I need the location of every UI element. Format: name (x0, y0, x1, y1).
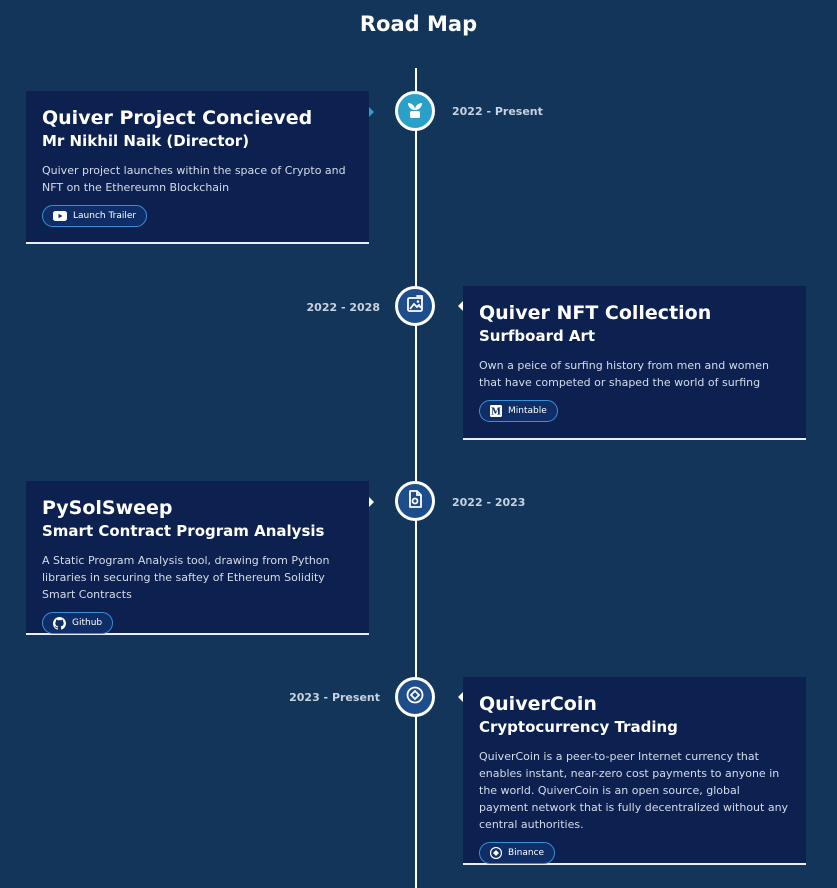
roadmap-card: QuiverCoin Cryptocurrency Trading Quiver… (463, 677, 806, 865)
page-title: Road Map (359, 12, 478, 36)
mintable-icon: M (490, 405, 502, 417)
card-pointer (369, 107, 374, 117)
art-frame-icon (405, 294, 425, 319)
card-pointer (369, 497, 374, 507)
launch-trailer-button[interactable]: Launch Trailer (42, 205, 148, 227)
roadmap-card: Quiver Project Concieved Mr Nikhil Naik … (26, 91, 369, 244)
card-title: Quiver Project Concieved (42, 107, 313, 129)
date-label: 2022 - 2028 (306, 301, 380, 314)
binance-icon (490, 847, 502, 859)
svg-text:M: M (491, 408, 501, 418)
card-subtitle: Surfboard Art (479, 327, 596, 345)
date-label: 2023 - Present (289, 691, 380, 704)
card-subtitle: Cryptocurrency Trading (479, 718, 678, 736)
button-label: Github (72, 618, 103, 628)
card-title: QuiverCoin (479, 693, 597, 715)
button-label: Binance (508, 848, 545, 858)
roadmap-card: Quiver NFT Collection Surfboard Art Own … (463, 286, 806, 440)
binance-button[interactable]: Binance (479, 842, 556, 864)
youtube-icon (53, 211, 67, 221)
github-button[interactable]: Github (42, 612, 114, 634)
timeline-node (395, 481, 435, 521)
plant-icon (405, 99, 425, 124)
document-icon (405, 489, 425, 514)
card-description: A Static Program Analysis tool, drawing … (42, 554, 330, 601)
timeline-node (395, 286, 435, 326)
card-description: Own a peice of surfing history from men … (479, 359, 769, 389)
card-title: PySolSweep (42, 497, 173, 519)
timeline-node (395, 91, 435, 131)
card-description: QuiverCoin is a peer-to-peer Internet cu… (479, 750, 789, 831)
card-title: Quiver NFT Collection (479, 302, 712, 324)
timeline-line (415, 68, 417, 888)
card-subtitle: Mr Nikhil Naik (Director) (42, 132, 250, 150)
card-description: Quiver project launches within the space… (42, 164, 346, 194)
mintable-button[interactable]: M Mintable (479, 400, 558, 422)
date-label: 2022 - Present (452, 105, 543, 118)
roadmap-card: PySolSweep Smart Contract Program Analys… (26, 481, 369, 635)
card-subtitle: Smart Contract Program Analysis (42, 522, 325, 540)
date-label: 2022 - 2023 (452, 496, 526, 509)
button-label: Mintable (508, 406, 547, 416)
github-icon (53, 616, 66, 630)
coin-icon (405, 685, 425, 710)
button-label: Launch Trailer (73, 211, 137, 221)
timeline-node (395, 677, 435, 717)
